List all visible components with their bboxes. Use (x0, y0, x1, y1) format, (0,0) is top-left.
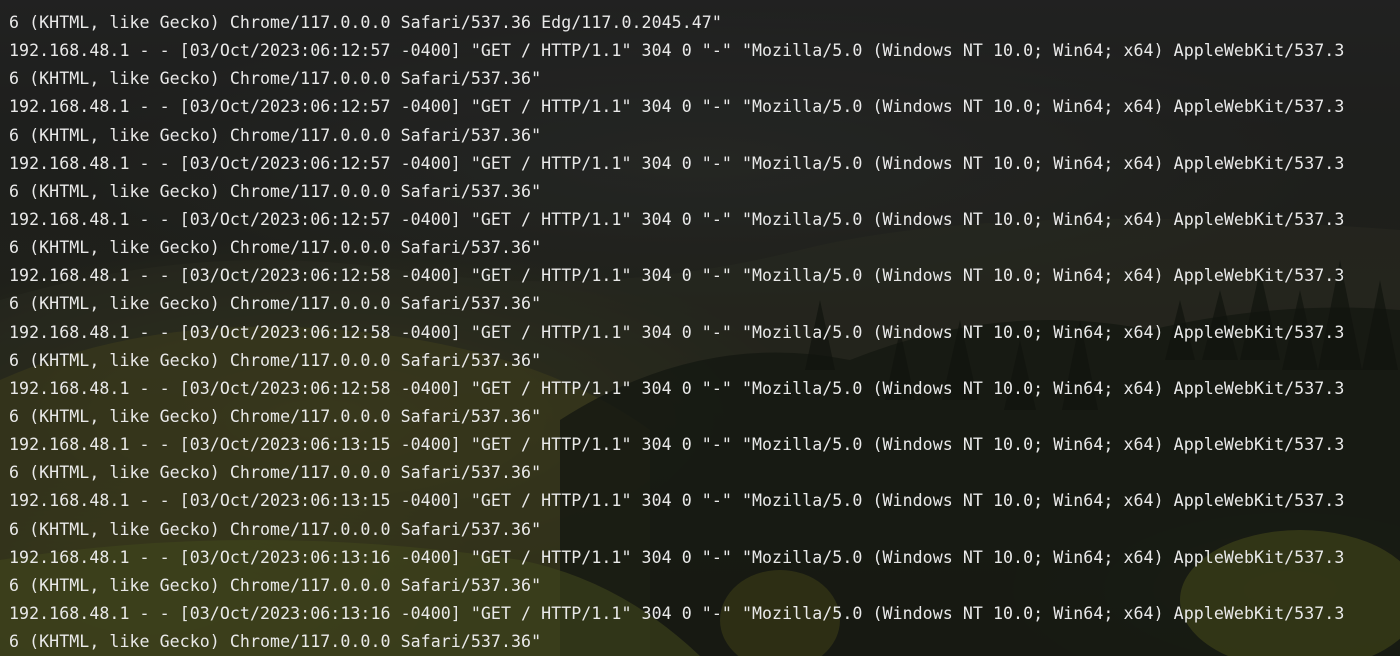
log-line: 6 (KHTML, like Gecko) Chrome/117.0.0.0 S… (9, 294, 542, 314)
log-line: 192.168.48.1 - - [03/Oct/2023:06:12:57 -… (9, 41, 1345, 61)
log-line: 6 (KHTML, like Gecko) Chrome/117.0.0.0 S… (9, 406, 542, 426)
log-line: 192.168.48.1 - - [03/Oct/2023:06:12:57 -… (9, 97, 1345, 117)
log-line: 6 (KHTML, like Gecko) Chrome/117.0.0.0 S… (9, 463, 542, 483)
log-line: 192.168.48.1 - - [03/Oct/2023:06:12:58 -… (9, 378, 1345, 398)
log-line: 192.168.48.1 - - [03/Oct/2023:06:13:16 -… (9, 603, 1345, 623)
log-line: 192.168.48.1 - - [03/Oct/2023:06:13:15 -… (9, 435, 1345, 455)
log-line: 192.168.48.1 - - [03/Oct/2023:06:12:57 -… (9, 209, 1345, 229)
log-line: 6 (KHTML, like Gecko) Chrome/117.0.0.0 S… (9, 13, 722, 32)
log-line: 6 (KHTML, like Gecko) Chrome/117.0.0.0 S… (9, 519, 542, 539)
log-line: 6 (KHTML, like Gecko) Chrome/117.0.0.0 S… (9, 632, 542, 652)
log-line: 192.168.48.1 - - [03/Oct/2023:06:13:16 -… (9, 547, 1345, 567)
log-line: 6 (KHTML, like Gecko) Chrome/117.0.0.0 S… (9, 575, 542, 595)
log-line: 6 (KHTML, like Gecko) Chrome/117.0.0.0 S… (9, 350, 542, 370)
terminal-output[interactable]: 6 (KHTML, like Gecko) Chrome/117.0.0.0 S… (0, 0, 1400, 656)
log-line: 192.168.48.1 - - [03/Oct/2023:06:12:58 -… (9, 266, 1345, 286)
log-line: 192.168.48.1 - - [03/Oct/2023:06:12:57 -… (9, 153, 1345, 173)
log-line: 6 (KHTML, like Gecko) Chrome/117.0.0.0 S… (9, 238, 542, 258)
log-line: 6 (KHTML, like Gecko) Chrome/117.0.0.0 S… (9, 125, 542, 145)
log-line: 6 (KHTML, like Gecko) Chrome/117.0.0.0 S… (9, 181, 542, 201)
log-line: 6 (KHTML, like Gecko) Chrome/117.0.0.0 S… (9, 69, 542, 89)
log-line: 192.168.48.1 - - [03/Oct/2023:06:12:58 -… (9, 322, 1345, 342)
log-line: 192.168.48.1 - - [03/Oct/2023:06:13:15 -… (9, 491, 1345, 511)
